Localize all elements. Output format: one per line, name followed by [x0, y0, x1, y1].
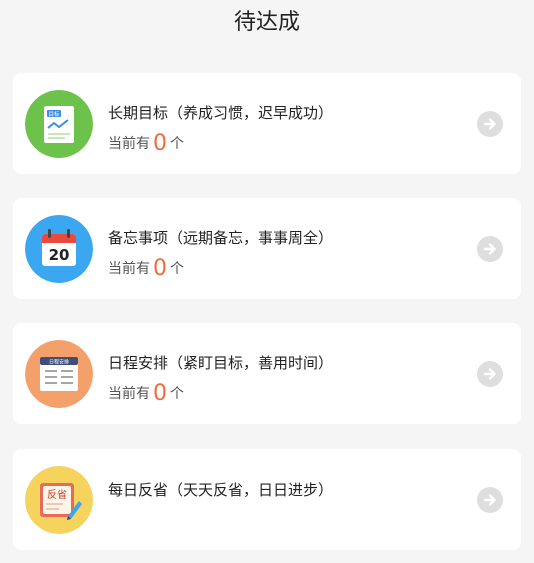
calendar-icon: 20: [25, 215, 93, 283]
count-value: 0: [153, 131, 167, 156]
card-title: 备忘事项（远期备忘，事事周全）: [108, 229, 334, 247]
calendar-day: 20: [49, 246, 70, 264]
card-long-term-goals[interactable]: 目标 长期目标（养成习惯，迟早成功） 当前有 0 个: [13, 73, 521, 174]
count-value: 0: [153, 256, 167, 281]
count-line: 当前有 0 个: [108, 381, 184, 407]
todo-page: 待达成 目标 长期目标（养成习惯，迟早成功） 当前有 0 个 20 备忘事项（远…: [0, 0, 534, 563]
goal-icon-label: 目标: [48, 110, 60, 118]
arrow-right-icon[interactable]: [477, 487, 503, 513]
arrow-right-icon[interactable]: [477, 361, 503, 387]
arrow-right-icon[interactable]: [477, 111, 503, 137]
page-title: 待达成: [233, 10, 300, 35]
arrow-right-icon[interactable]: [477, 236, 503, 262]
count-prefix: 当前有: [108, 136, 150, 152]
reflection-icon-label: 反省: [47, 488, 67, 501]
count-suffix: 个: [170, 136, 184, 152]
card-daily-reflection[interactable]: 反省 每日反省（天天反省，日日进步）: [13, 449, 521, 550]
card-memo-items[interactable]: 20 备忘事项（远期备忘，事事周全） 当前有 0 个: [13, 198, 521, 299]
card-schedule[interactable]: 日程安排 日程安排（紧盯目标，善用时间） 当前有 0 个: [13, 323, 521, 424]
card-title: 长期目标（养成习惯，迟早成功）: [108, 104, 334, 122]
count-line: 当前有 0 个: [108, 131, 184, 157]
card-title: 日程安排（紧盯目标，善用时间）: [108, 354, 334, 372]
count-suffix: 个: [170, 261, 184, 277]
count-prefix: 当前有: [108, 261, 150, 277]
count-suffix: 个: [170, 386, 184, 402]
count-prefix: 当前有: [108, 386, 150, 402]
count-line: 当前有 0 个: [108, 256, 184, 282]
reflection-note-icon: 反省: [25, 466, 93, 534]
count-value: 0: [153, 381, 167, 406]
schedule-icon-label: 日程安排: [49, 359, 69, 366]
schedule-board-icon: 日程安排: [25, 340, 93, 408]
goal-document-icon: 目标: [25, 90, 93, 158]
card-title: 每日反省（天天反省，日日进步）: [108, 481, 334, 499]
